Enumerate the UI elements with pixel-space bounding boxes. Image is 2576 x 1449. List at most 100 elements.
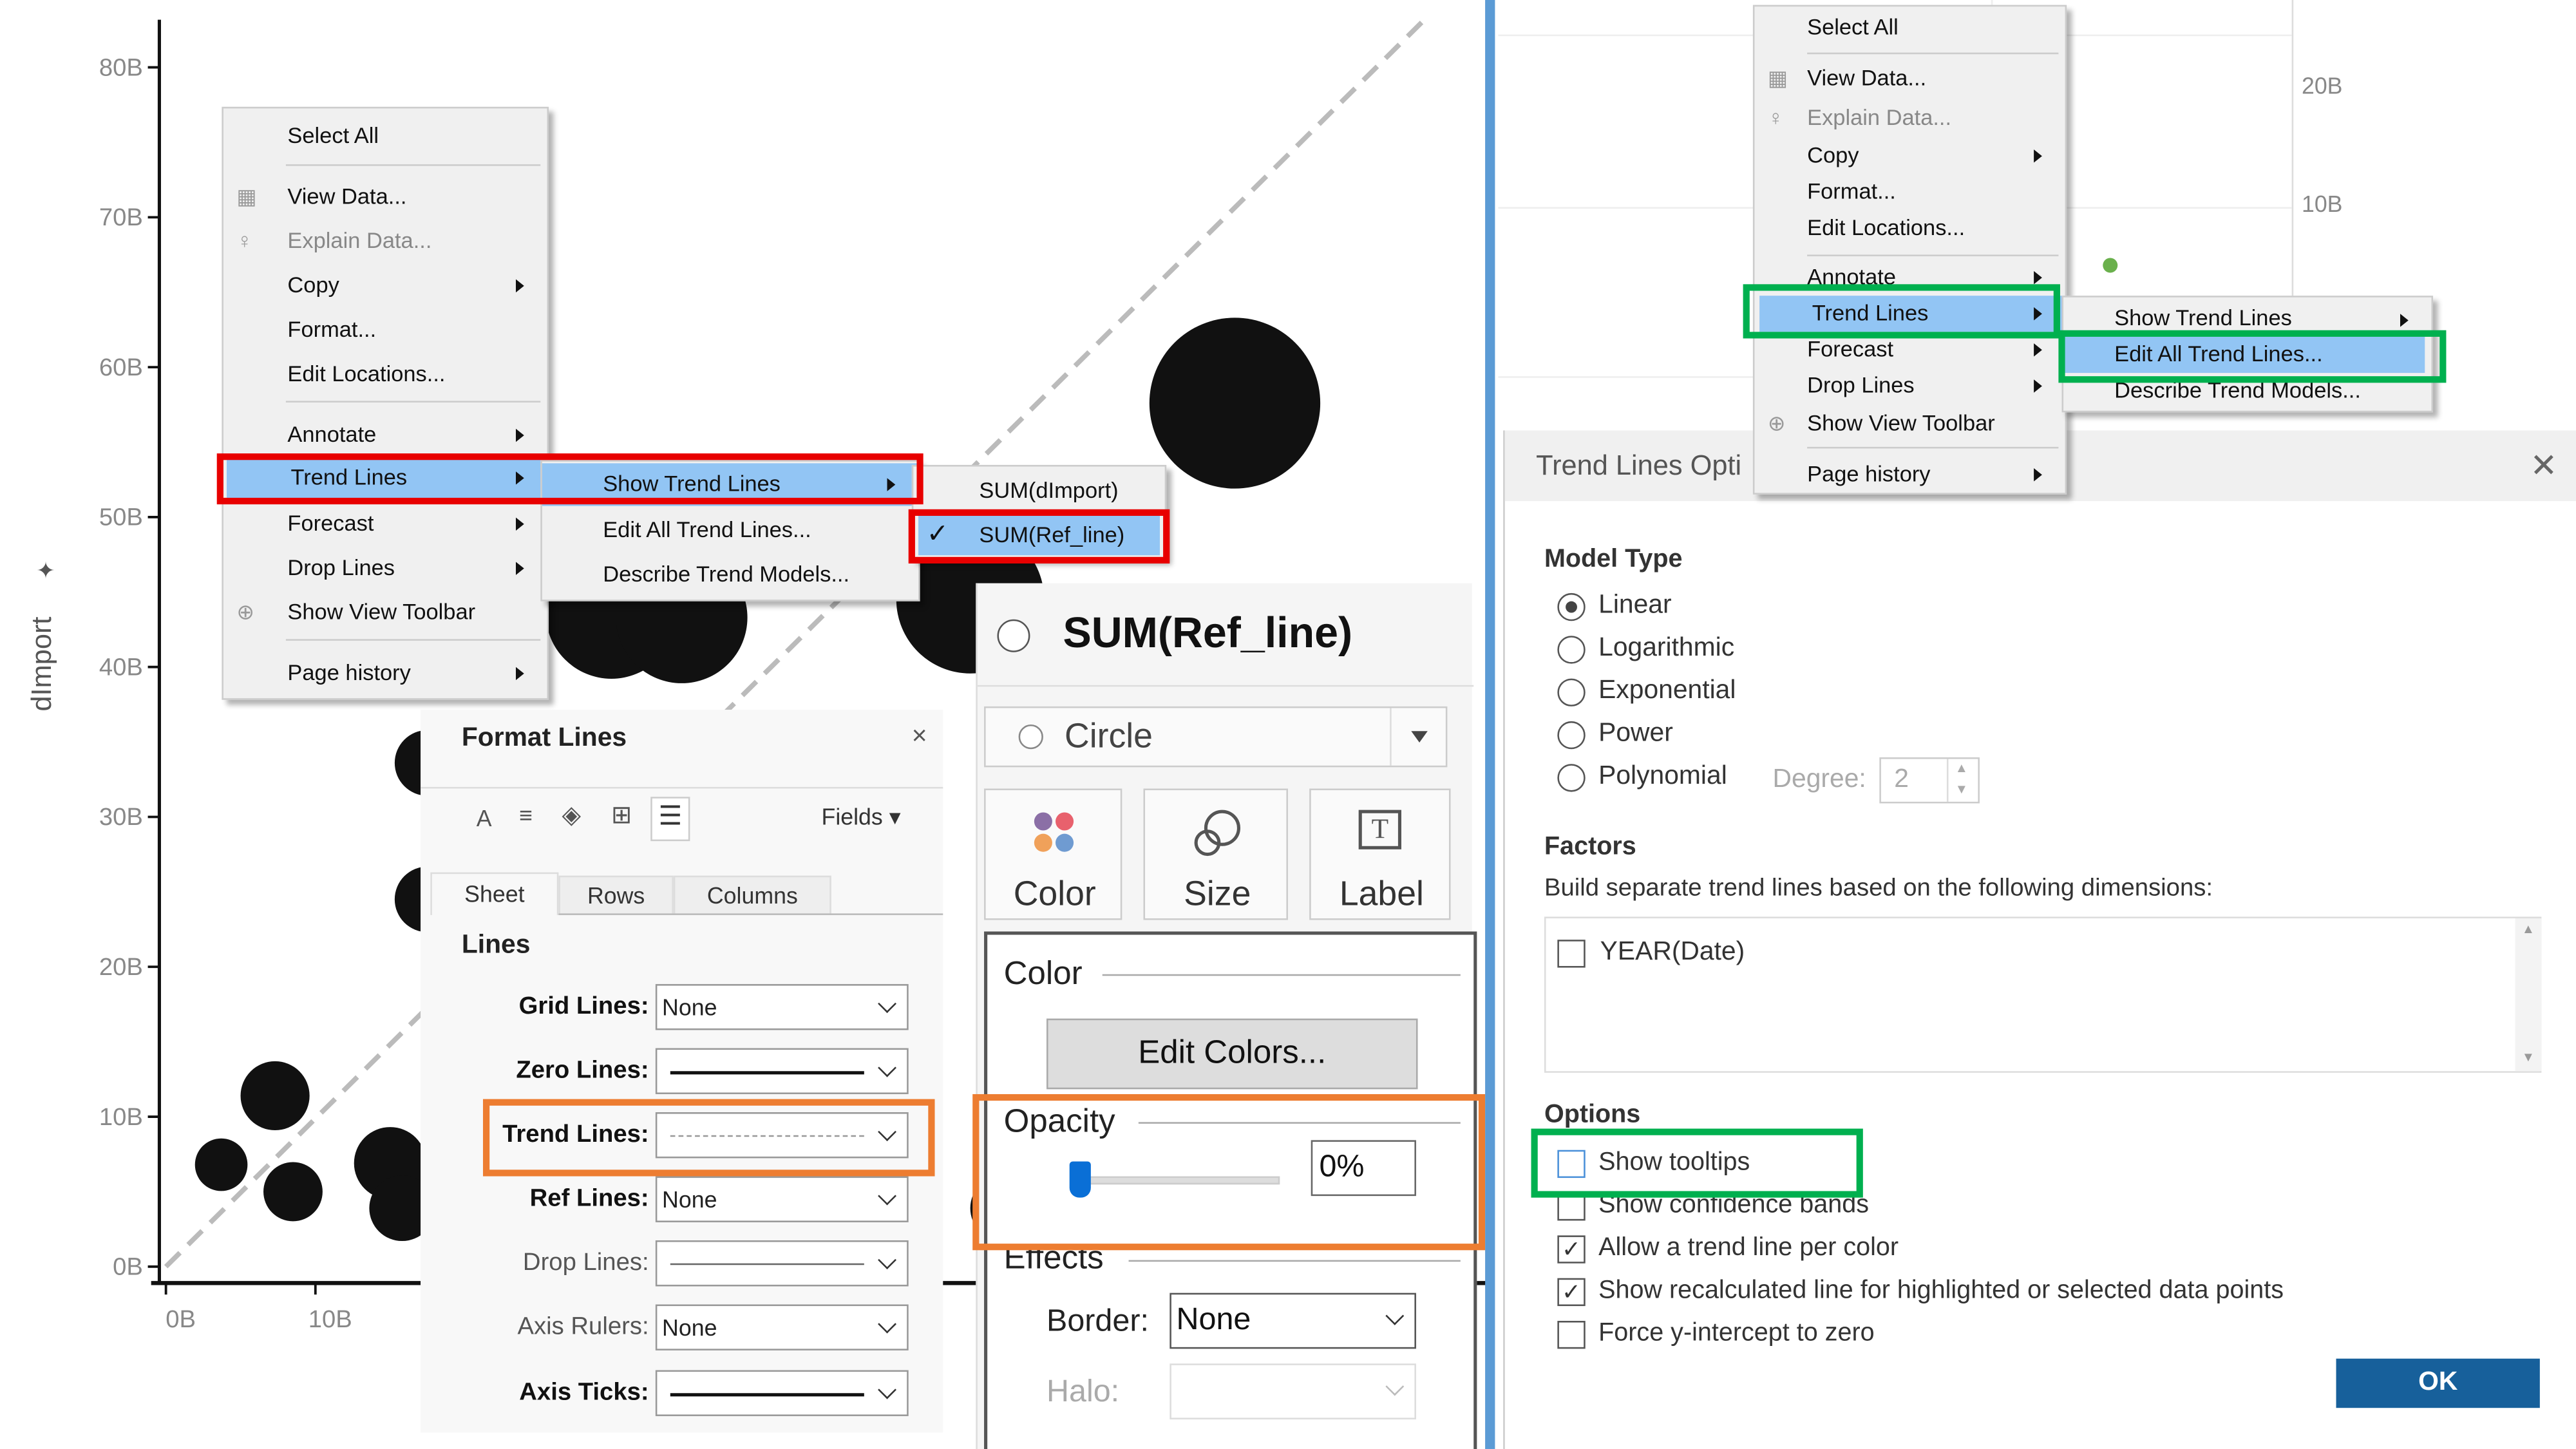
- menu-separator: [1807, 254, 2059, 256]
- data-point[interactable]: [1149, 317, 1321, 489]
- shading-icon[interactable]: ◈: [562, 800, 580, 829]
- border-select[interactable]: None: [1170, 1293, 1416, 1349]
- menu-item-select-all[interactable]: Select All: [1754, 10, 2065, 46]
- pin-icon[interactable]: ✦: [36, 557, 55, 585]
- table-icon: ▦: [236, 184, 257, 209]
- tab-columns[interactable]: Columns: [673, 875, 831, 915]
- menu-separator: [285, 164, 541, 166]
- menu-separator: [285, 401, 541, 402]
- radio-exponential[interactable]: [1557, 678, 1586, 706]
- y-tick-label: 70B: [99, 204, 143, 231]
- menu-item-copy[interactable]: Copy: [223, 265, 547, 306]
- data-point[interactable]: [263, 1162, 323, 1222]
- ok-button[interactable]: OK: [2336, 1358, 2540, 1408]
- menu-item-label: Select All: [1807, 14, 1899, 40]
- format-grid-lines-select[interactable]: None: [655, 984, 909, 1030]
- menu-item-page-history[interactable]: Page history: [1754, 457, 2065, 493]
- spin-up-icon[interactable]: ▲: [1955, 761, 1968, 775]
- format-axis-rulers-select[interactable]: None: [655, 1304, 909, 1350]
- format-drop-lines-select[interactable]: [655, 1240, 909, 1287]
- menu-item-view-data[interactable]: ▦ View Data...: [1754, 61, 2065, 97]
- marks-title: SUM(Ref_line): [1063, 607, 1353, 658]
- halo-select[interactable]: [1170, 1363, 1416, 1420]
- format-axis-ticks-select[interactable]: [655, 1370, 909, 1416]
- option-label: Force y-intercept to zero: [1598, 1319, 1875, 1347]
- checkbox-option[interactable]: [1557, 1321, 1586, 1349]
- screenshot-collage: 0B 10B 20B 30B 40B 50B 60B 70B 80B 0B 10B dImport …: [0, 0, 2576, 1449]
- menu-item-edit-locations[interactable]: Edit Locations...: [223, 353, 547, 394]
- menu-item-label: Forecast: [287, 511, 374, 536]
- scrollbar[interactable]: ▲ ▼: [2515, 918, 2542, 1072]
- radio-icon[interactable]: [997, 619, 1030, 652]
- menu-item-format[interactable]: Format...: [223, 309, 547, 350]
- borders-icon[interactable]: ⊞: [611, 800, 632, 829]
- select-value: None: [662, 1314, 717, 1341]
- line-style-swatch: [670, 1263, 864, 1265]
- alignment-icon[interactable]: ≡: [519, 802, 533, 828]
- format-row-label: Axis Rulers:: [517, 1312, 649, 1341]
- radio-linear[interactable]: [1557, 592, 1586, 621]
- checkbox-option[interactable]: ✓: [1557, 1235, 1586, 1264]
- tab-rows[interactable]: Rows: [558, 875, 674, 915]
- menu-item-show-view-toolbar[interactable]: ⊕ Show View Toolbar: [223, 591, 547, 632]
- menu-item-edit-locations[interactable]: Edit Locations...: [1754, 211, 2065, 247]
- menu-item-page-history[interactable]: Page history: [223, 652, 547, 694]
- table-icon: ▦: [1767, 66, 1788, 91]
- menu-item-view-data[interactable]: ▦ View Data...: [223, 176, 547, 217]
- menu-item-format[interactable]: Format...: [1754, 174, 2065, 210]
- mark-type-dropdown[interactable]: Circle: [984, 706, 1448, 768]
- chevron-down-icon: [1385, 1306, 1405, 1325]
- context-menu: Select All ▦ View Data... ♀ Explain Data... C…: [222, 106, 549, 700]
- menu-item-label: Format...: [1807, 179, 1896, 204]
- spin-down-icon[interactable]: ▼: [1955, 782, 1968, 797]
- degree-spinner[interactable]: 2 ▲ ▼: [1879, 757, 1980, 804]
- radio-power[interactable]: [1557, 721, 1586, 750]
- data-point[interactable]: [240, 1061, 310, 1131]
- button-label: Label: [1339, 875, 1424, 914]
- divider: [977, 685, 1474, 687]
- checkbox-option[interactable]: ✓: [1557, 1278, 1586, 1307]
- radio-polynomial[interactable]: [1557, 764, 1586, 792]
- divider: [421, 786, 943, 789]
- close-icon[interactable]: ×: [912, 723, 927, 752]
- context-menu-right: Select All ▦ View Data... ♀ Explain Data... C…: [1752, 5, 2067, 495]
- menu-item-label: Edit All Trend Lines...: [603, 517, 811, 542]
- menu-item-explain-data: ♀ Explain Data...: [223, 220, 547, 261]
- submenu-arrow-icon: [516, 279, 524, 293]
- menu-item-forecast[interactable]: Forecast: [223, 503, 547, 544]
- fields-dropdown[interactable]: Fields ▾: [822, 803, 901, 831]
- menu-item-select-all[interactable]: Select All: [223, 115, 547, 156]
- line-style-swatch: [670, 1393, 864, 1397]
- panel-title: Format Lines: [461, 724, 627, 753]
- close-icon[interactable]: ✕: [2530, 445, 2558, 486]
- text-label-icon: T: [1358, 810, 1402, 849]
- menu-item-drop-lines[interactable]: Drop Lines: [223, 547, 547, 588]
- menu-item-sum-dimport[interactable]: SUM(dImport): [913, 470, 1164, 511]
- factors-list: YEAR(Date) ▲ ▼: [1544, 916, 2542, 1073]
- data-point[interactable]: [194, 1138, 248, 1191]
- size-icon: [1194, 810, 1241, 857]
- y-axis-label: dImport: [26, 616, 58, 712]
- label-button[interactable]: T Label: [1309, 788, 1451, 920]
- submenu-arrow-icon: [2034, 379, 2042, 393]
- format-zero-lines-select[interactable]: [655, 1048, 909, 1094]
- menu-item-edit-all-trend-lines[interactable]: Edit All Trend Lines...: [542, 509, 918, 551]
- format-ref-lines-select[interactable]: None: [655, 1176, 909, 1222]
- font-icon[interactable]: A: [477, 805, 492, 831]
- size-button[interactable]: Size: [1143, 788, 1288, 920]
- color-button[interactable]: Color: [984, 788, 1122, 920]
- menu-item-copy[interactable]: Copy: [1754, 138, 2065, 174]
- menu-item-annotate[interactable]: Annotate: [223, 414, 547, 455]
- chevron-down-icon: [878, 1186, 896, 1206]
- radio-logarithmic[interactable]: [1557, 636, 1586, 664]
- tab-sheet[interactable]: Sheet: [430, 872, 559, 915]
- edit-colors-button[interactable]: Edit Colors...: [1046, 1018, 1418, 1090]
- color-dots-icon: [1034, 812, 1074, 852]
- lines-icon[interactable]: ☰: [650, 797, 690, 842]
- menu-item-drop-lines[interactable]: Drop Lines: [1754, 368, 2065, 404]
- checkbox-year-date[interactable]: [1557, 940, 1586, 968]
- menu-item-describe-trend-models[interactable]: Describe Trend Models...: [542, 554, 918, 595]
- data-point[interactable]: [2103, 258, 2118, 273]
- submenu-arrow-icon: [2400, 314, 2409, 327]
- menu-item-show-view-toolbar[interactable]: ⊕ Show View Toolbar: [1754, 406, 2065, 442]
